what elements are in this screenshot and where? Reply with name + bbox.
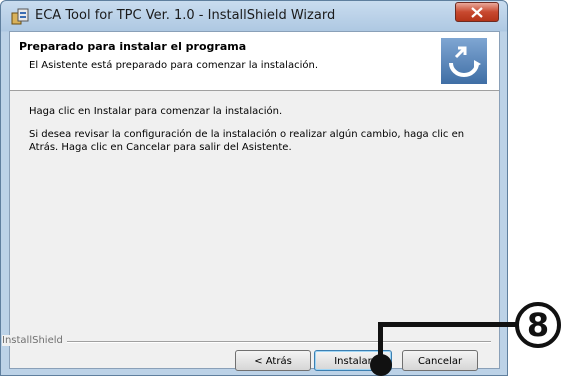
window-title: ECA Tool for TPC Ver. 1.0 - InstallShiel… bbox=[35, 8, 336, 23]
title-bar[interactable]: ECA Tool for TPC Ver. 1.0 - InstallShiel… bbox=[1, 1, 507, 31]
installshield-logo-icon bbox=[441, 38, 487, 84]
installer-app-icon bbox=[11, 8, 29, 25]
installshield-brand: InstallShield bbox=[2, 335, 67, 346]
page-subtitle: El Asistente está preparado para comenza… bbox=[29, 60, 319, 71]
back-button[interactable]: < Atrás bbox=[235, 350, 311, 371]
page-title: Preparado para instalar el programa bbox=[19, 40, 247, 53]
header-panel: Preparado para instalar el programa El A… bbox=[10, 32, 499, 91]
review-text: Si desea revisar la configuración de la … bbox=[29, 129, 465, 153]
instruction-text: Haga clic en Instalar para comenzar la i… bbox=[29, 106, 283, 117]
installshield-wizard-window: ECA Tool for TPC Ver. 1.0 - InstallShiel… bbox=[0, 0, 508, 376]
callout-pointer-dot bbox=[370, 354, 392, 376]
footer-separator bbox=[58, 341, 491, 343]
callout-line-horizontal bbox=[378, 322, 530, 327]
close-icon bbox=[471, 7, 483, 18]
close-button[interactable] bbox=[455, 2, 499, 22]
cancel-button[interactable]: Cancelar bbox=[402, 350, 478, 371]
wizard-client-area: Preparado para instalar el programa El A… bbox=[2, 31, 500, 371]
step-number-callout: 8 bbox=[515, 302, 561, 348]
